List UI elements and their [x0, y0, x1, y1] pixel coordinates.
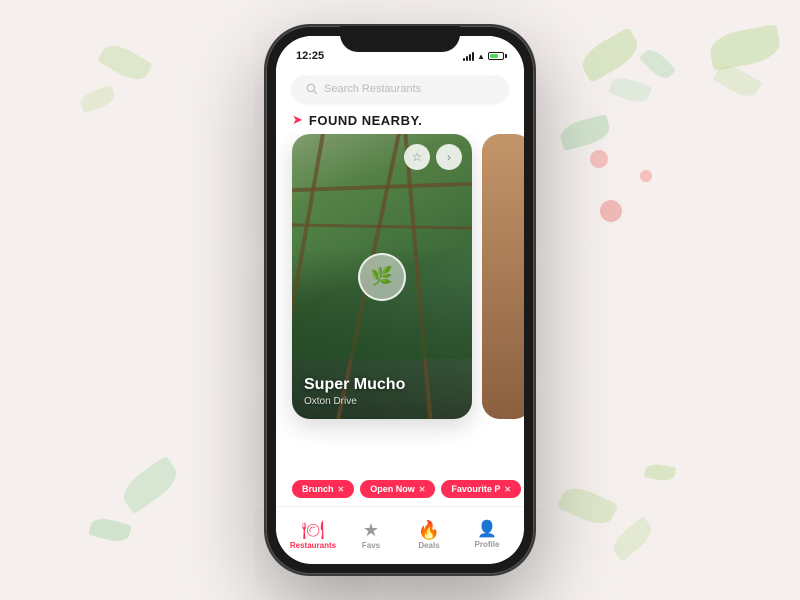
screen-content: Search Restaurants ➤ FOUND NEARBY.: [276, 68, 524, 506]
profile-label: Profile: [475, 540, 500, 549]
card-info: Super Mucho Oxton Drive: [292, 364, 472, 419]
restaurant-cards-area: ☆ › 🌿 Super Mucho Oxton Drive: [276, 134, 524, 470]
filter-tags-container: Brunch ✕ Open Now ✕ Favourite P ✕: [276, 470, 524, 506]
search-bar[interactable]: Search Restaurants: [292, 76, 508, 102]
deals-icon: 🔥: [418, 521, 440, 539]
found-nearby-section: ➤ FOUND NEARBY.: [276, 108, 524, 134]
signal-bars-icon: [463, 52, 474, 61]
status-icons: ▲: [463, 52, 504, 61]
filter-open-now-label: Open Now: [370, 484, 415, 494]
profile-icon: 👤: [477, 522, 497, 538]
favourite-button[interactable]: ☆: [404, 144, 430, 170]
location-arrow-icon: ➤: [292, 112, 303, 128]
star-icon: ☆: [412, 150, 423, 164]
nav-item-favs[interactable]: ★ Favs: [342, 521, 400, 550]
battery-icon: [488, 52, 504, 60]
restaurant-address: Oxton Drive: [304, 396, 460, 407]
phone-shell: 12:25 ▲: [266, 26, 534, 574]
search-icon: [306, 83, 318, 95]
nav-item-deals[interactable]: 🔥 Deals: [400, 521, 458, 550]
navigate-button[interactable]: ›: [436, 144, 462, 170]
search-container: Search Restaurants: [276, 68, 524, 108]
favs-label: Favs: [362, 541, 380, 550]
nav-item-profile[interactable]: 👤 Profile: [458, 522, 516, 549]
restaurant-card-primary[interactable]: ☆ › 🌿 Super Mucho Oxton Drive: [292, 134, 472, 419]
phone-screen: 12:25 ▲: [276, 36, 524, 564]
search-placeholder: Search Restaurants: [324, 83, 494, 95]
restaurants-label: Restaurants: [290, 541, 336, 550]
favs-icon: ★: [363, 521, 379, 539]
filter-favourite-label: Favourite P: [451, 484, 500, 494]
deals-label: Deals: [418, 541, 439, 550]
nav-item-restaurants[interactable]: 🍽 Restaurants: [284, 521, 342, 550]
card-actions: ☆ ›: [404, 144, 462, 170]
arrow-right-icon: ›: [447, 150, 451, 164]
filter-brunch-remove[interactable]: ✕: [338, 485, 345, 494]
restaurant-logo: 🌿: [358, 253, 406, 301]
filter-brunch-label: Brunch: [302, 484, 334, 494]
filter-favourite-remove[interactable]: ✕: [504, 485, 511, 494]
battery-fill: [490, 54, 498, 58]
filter-open-now-remove[interactable]: ✕: [419, 485, 426, 494]
status-time: 12:25: [296, 50, 324, 62]
wifi-icon: ▲: [477, 52, 485, 61]
bottom-navigation: 🍽 Restaurants ★ Favs 🔥 Deals 👤 Profile: [276, 506, 524, 564]
restaurant-card-partial[interactable]: [482, 134, 524, 419]
phone-notch: [340, 26, 460, 52]
restaurant-name: Super Mucho: [304, 376, 460, 394]
filter-tag-favourite[interactable]: Favourite P ✕: [441, 480, 521, 498]
found-nearby-label: FOUND NEARBY.: [309, 113, 422, 128]
filter-tag-brunch[interactable]: Brunch ✕: [292, 480, 354, 498]
filter-tag-open-now[interactable]: Open Now ✕: [360, 480, 435, 498]
restaurants-icon: 🍽: [302, 521, 325, 539]
